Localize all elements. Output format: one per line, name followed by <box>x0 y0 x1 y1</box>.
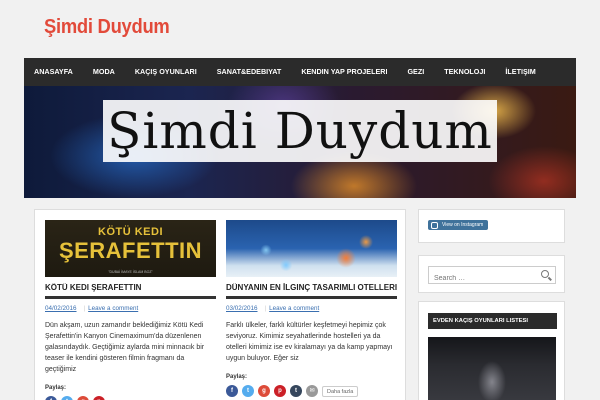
google-plus-icon[interactable]: g <box>258 385 270 397</box>
nav-item-gezi[interactable]: GEZI <box>397 58 434 86</box>
instagram-icon <box>431 221 438 229</box>
search-box <box>428 266 556 287</box>
post-date-link[interactable]: 04/02/2016 <box>45 305 77 312</box>
site-title[interactable]: Şimdi Duydum <box>44 16 170 39</box>
post-card: KÖTÜ KEDI ŞERAFETTIN "DUBAİ İMAYE İSLAM … <box>45 220 216 400</box>
facebook-icon[interactable]: f <box>45 396 57 400</box>
search-widget <box>418 255 565 293</box>
nav-item-iletisim[interactable]: İLETIŞIM <box>495 58 545 86</box>
post-meta: 04/02/2016 | Leave a comment <box>45 305 216 312</box>
post-excerpt: Dün akşam, uzun zamandır beklediğimiz Kö… <box>45 322 205 373</box>
thumbnail-caption: "DUBAİ İMAYE İSLAM BOZ" <box>108 270 153 274</box>
content-area: KÖTÜ KEDI ŞERAFETTIN "DUBAİ İMAYE İSLAM … <box>34 209 406 400</box>
meta-separator: | <box>83 305 86 312</box>
pinterest-icon[interactable]: p <box>274 385 286 397</box>
post-excerpt: Farklı ülkeler, farklı kültürler keşfetm… <box>226 322 393 362</box>
nav-item-anasayfa[interactable]: ANASAYFA <box>24 58 83 86</box>
main-nav: ANASAYFA MODA KAÇIŞ OYUNLARI SANAT&EDEBI… <box>24 58 576 86</box>
more-share-button[interactable]: Daha fazla <box>322 385 359 397</box>
meta-separator: | <box>264 305 267 312</box>
twitter-icon[interactable]: t <box>61 396 73 400</box>
email-icon[interactable]: ✉ <box>306 385 318 397</box>
post-card: DÜNYANIN EN İLGINÇ TASARIMLI OTELLERI 03… <box>226 220 397 397</box>
comment-link[interactable]: Leave a comment <box>269 305 319 312</box>
search-input[interactable] <box>429 270 529 287</box>
nav-item-teknoloji[interactable]: TEKNOLOJI <box>434 58 495 86</box>
post-meta: 03/02/2016 | Leave a comment <box>226 305 397 312</box>
instagram-widget: View on Instagram <box>418 209 565 243</box>
share-buttons: f t g p t ✉ Daha fazla <box>226 385 397 397</box>
post-thumbnail[interactable]: KÖTÜ KEDI ŞERAFETTIN "DUBAİ İMAYE İSLAM … <box>45 220 216 277</box>
nav-item-kendin-yap[interactable]: KENDIN YAP PROJELERI <box>291 58 397 86</box>
post-date-link[interactable]: 03/02/2016 <box>226 305 258 312</box>
google-plus-icon[interactable]: g <box>77 396 89 400</box>
share-label: Paylaş: <box>226 374 248 380</box>
banner-title: Şimdi Duydum <box>24 100 576 162</box>
widget-title: EVDEN KAÇIŞ OYUNLARI LISTESI <box>428 313 557 329</box>
post-title[interactable]: KÖTÜ KEDI ŞERAFETTIN <box>45 283 216 299</box>
post-title[interactable]: DÜNYANIN EN İLGINÇ TASARIMLI OTELLERI <box>226 283 397 299</box>
facebook-icon[interactable]: f <box>226 385 238 397</box>
thumbnail-text: ŞERAFETTIN <box>58 238 203 263</box>
tumblr-icon[interactable]: t <box>290 385 302 397</box>
thumbnail-text: KÖTÜ KEDI <box>98 226 163 238</box>
widget-image[interactable] <box>428 337 556 400</box>
search-icon[interactable] <box>541 270 549 278</box>
twitter-icon[interactable]: t <box>242 385 254 397</box>
header-banner[interactable]: Şimdi Duydum <box>24 86 576 198</box>
comment-link[interactable]: Leave a comment <box>88 305 138 312</box>
nav-item-moda[interactable]: MODA <box>83 58 125 86</box>
nav-item-sanat-edebiyat[interactable]: SANAT&EDEBIYAT <box>207 58 292 86</box>
instagram-button-label: View on Instagram <box>442 222 484 228</box>
nav-item-kacis-oyunlari[interactable]: KAÇIŞ OYUNLARI <box>125 58 207 86</box>
instagram-button[interactable]: View on Instagram <box>428 220 488 230</box>
banner-title-text: Şimdi Duydum <box>103 100 497 162</box>
share-label: Paylaş: <box>45 385 67 391</box>
share-buttons: f t g p <box>45 396 216 400</box>
post-thumbnail[interactable] <box>226 220 397 277</box>
pinterest-icon[interactable]: p <box>93 396 105 400</box>
escape-games-widget: EVDEN KAÇIŞ OYUNLARI LISTESI <box>418 301 565 400</box>
